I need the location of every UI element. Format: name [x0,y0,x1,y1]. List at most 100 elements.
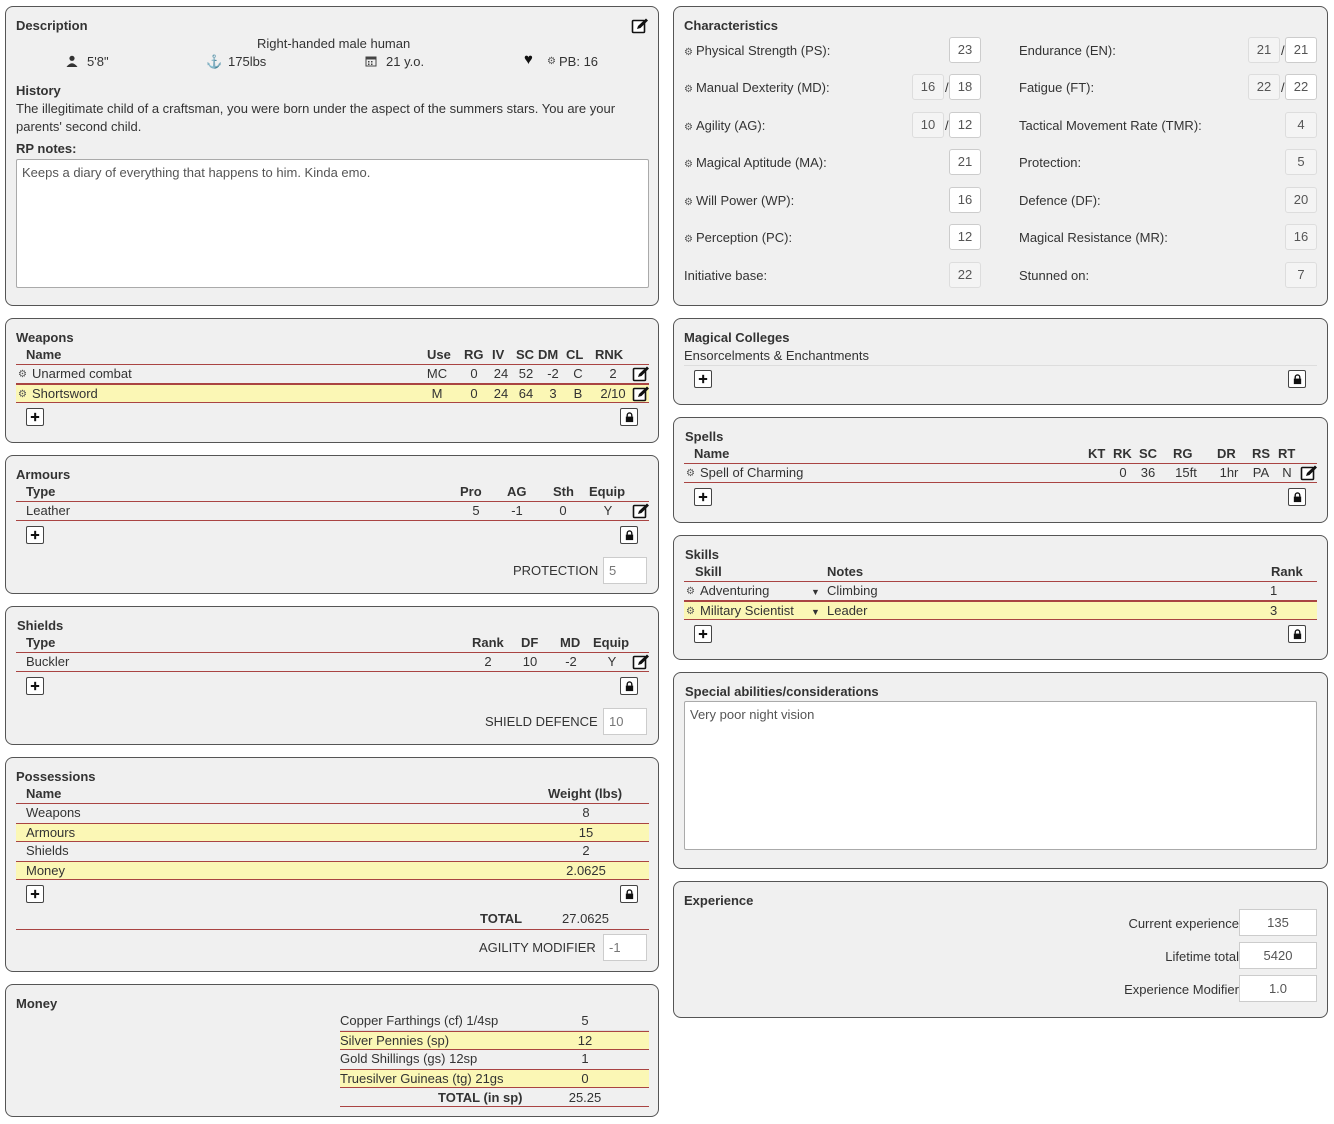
college-item[interactable]: Ensorcelments & Enchantments [684,348,869,363]
stat-ft-max[interactable]: 22 [1285,74,1317,100]
table-row[interactable]: Money 2.0625 [16,861,649,880]
edit-icon[interactable] [632,385,650,403]
stat-ag: ⚙ Agility (AG): [684,118,766,133]
add-shield-button[interactable] [26,677,44,695]
table-row[interactable]: ⚙ Adventuring ▼ Climbing 1 [684,582,1317,601]
spell-name: Spell of Charming [700,465,804,480]
spells-col-rs: RS [1252,446,1271,461]
rp-notes-textarea[interactable]: Keeps a diary of everything that happens… [16,159,649,288]
skill-name: Adventuring [700,583,770,598]
stat-pc: ⚙ Perception (PC): [684,230,793,245]
weapon-cl: C [573,366,583,381]
money-name: Gold Shillings (gs) 12sp [340,1051,478,1066]
heart-icon: ♥ [524,51,533,68]
table-row[interactable]: Armours 15 [16,823,649,842]
money-row[interactable]: Silver Pennies (sp) 12 [340,1031,649,1050]
table-row[interactable]: ⚙ Shortsword M 0 24 64 3 B 2/10 [16,384,649,403]
shield-defence-value: 10 [603,708,647,735]
stat-ma-value[interactable]: 21 [949,149,981,175]
stat-ps-value[interactable]: 23 [949,37,981,63]
table-row[interactable]: Shields 2 [16,842,649,861]
lock-shields-button[interactable] [620,677,638,695]
lock-spells-button[interactable] [1288,488,1306,506]
stat-en-max[interactable]: 21 [1285,37,1317,63]
stat-en-current: 21 [1248,37,1280,63]
special-abilities-textarea[interactable]: Very poor night vision [684,701,1317,850]
weapons-title: Weapons [16,330,74,345]
armours-title: Armours [16,467,71,482]
lock-possessions-button[interactable] [620,885,638,903]
stat-wp-value[interactable]: 16 [949,187,981,213]
special-abilities-title: Special abilities/considerations [685,684,879,699]
weapon-iv: 24 [493,366,509,381]
magical-colleges-panel: Magical Colleges Ensorcelments & Enchant… [673,318,1328,405]
spell-dr: 1hr [1219,465,1239,480]
agility-modifier-value: -1 [603,934,647,961]
table-row[interactable]: ⚙ Unarmed combat MC 0 24 52 -2 C 2 [16,365,649,384]
plus-icon [698,629,708,639]
stat-ag-max[interactable]: 12 [949,112,981,138]
shields-col-df: DF [521,635,539,650]
stat-defence-value: 20 [1285,187,1317,213]
lock-skills-button[interactable] [1288,625,1306,643]
chevron-down-icon[interactable]: ▼ [811,604,820,620]
table-row[interactable]: ⚙ Military Scientist ▼ Leader 3 [684,601,1317,620]
current-experience-input[interactable]: 135 [1239,909,1317,936]
possessions-panel: Possessions Name Weight (lbs) Weapons 8 … [5,757,659,972]
stat-md-max[interactable]: 18 [949,74,981,100]
edit-icon[interactable] [632,502,650,520]
stat-pc-value[interactable]: 12 [949,224,981,250]
weapon-use: MC [426,366,448,381]
weapon-rnk: 2/10 [600,386,626,401]
add-weapon-button[interactable] [26,408,44,426]
add-armour-button[interactable] [26,526,44,544]
shield-defence-label: SHIELD DEFENCE [485,714,598,729]
stat-en: Endurance (EN): [1019,43,1116,58]
table-row[interactable]: Leather 5 -1 0 Y [16,502,649,521]
add-spell-button[interactable] [694,488,712,506]
money-row[interactable]: Gold Shillings (gs) 12sp 1 [340,1050,649,1069]
lifetime-total-input[interactable]: 5420 [1239,942,1317,969]
add-possession-button[interactable] [26,885,44,903]
stat-mr-value: 16 [1285,224,1317,250]
possession-weight: 15 [578,825,594,840]
money-row[interactable]: Copper Farthings (cf) 1/4sp 5 [340,1012,649,1031]
edit-icon[interactable] [631,17,649,35]
stat-protection: Protection: [1019,155,1082,170]
weapon-dm: 3 [549,386,557,401]
skills-col-skill: Skill [695,564,722,579]
weapon-dm: -2 [547,366,559,381]
possession-name: Shields [26,843,69,858]
table-row[interactable]: ⚙ Spell of Charming 0 36 15ft 1hr PA N [684,464,1317,483]
weapons-col-rnk: RNK [595,347,624,362]
stat-initiative-value: 22 [949,262,981,288]
plus-icon [30,681,40,691]
shield-type: Buckler [26,654,70,669]
lock-armours-button[interactable] [620,526,638,544]
add-skill-button[interactable] [694,625,712,643]
experience-modifier-input[interactable]: 1.0 [1239,975,1317,1002]
chevron-down-icon[interactable]: ▼ [811,584,820,600]
cog-icon: ⚙ [686,606,695,617]
cog-icon: ⚙ [684,234,693,245]
edit-icon[interactable] [1300,464,1318,482]
stat-ft: Fatigue (FT): [1019,80,1095,95]
weapon-rg: 0 [470,386,478,401]
experience-title: Experience [684,893,754,908]
add-college-button[interactable] [694,370,712,388]
edit-icon[interactable] [632,653,650,671]
table-row[interactable]: Weapons 8 [16,804,649,823]
cog-icon: ⚙ [18,389,27,400]
lock-weapons-button[interactable] [620,408,638,426]
character-summary: Right-handed male human [257,36,411,51]
lock-icon [624,681,635,692]
skill-rank: 3 [1270,603,1278,618]
table-row[interactable]: Buckler 2 10 -2 Y [16,653,649,672]
cog-icon: ⚙ [686,586,695,597]
stat-ma: ⚙ Magical Aptitude (MA): [684,155,827,170]
money-row[interactable]: Truesilver Guineas (tg) 21gs 0 [340,1069,649,1088]
lock-colleges-button[interactable] [1288,370,1306,388]
weapon-rnk: 2 [609,366,617,381]
edit-icon[interactable] [632,365,650,383]
possession-name: Armours [26,825,76,840]
